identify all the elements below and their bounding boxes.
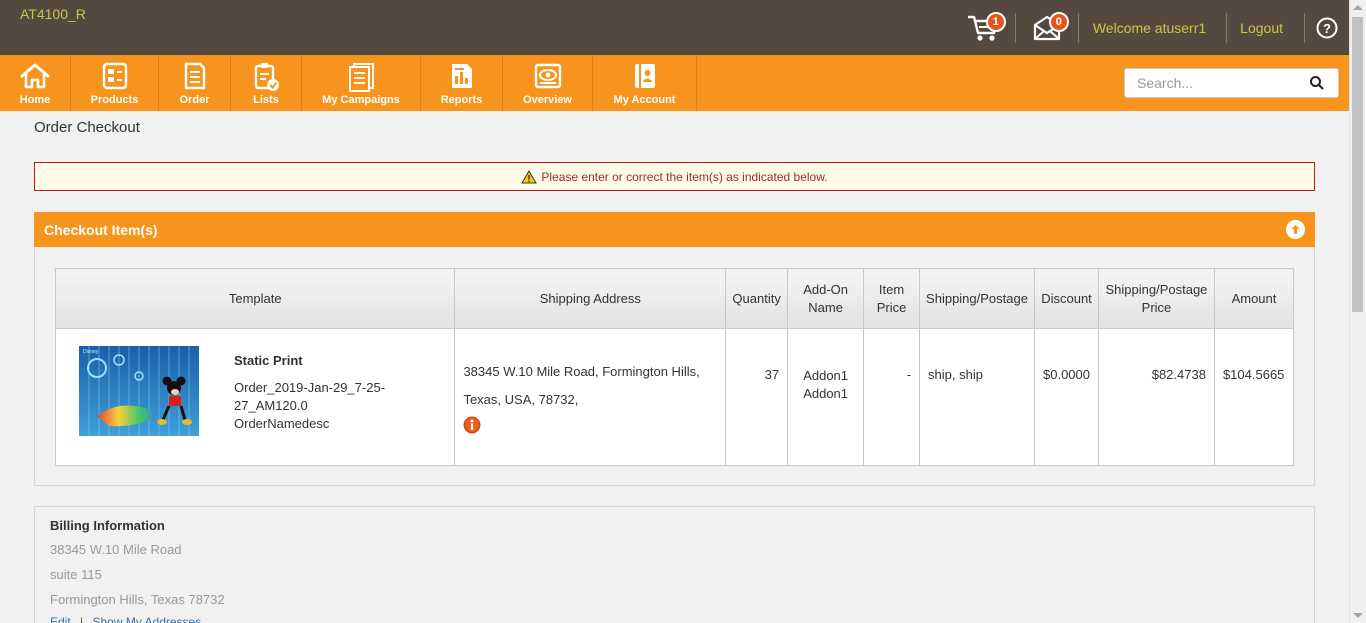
top-bar: AT4100_R 1 0 Welcome atuserr1 Logout ? xyxy=(0,0,1349,55)
alert-text: Please enter or correct the item(s) as i… xyxy=(541,169,828,184)
nav-label: Order xyxy=(179,94,210,106)
checkout-items-table: Template Shipping Address Quantity Add-O… xyxy=(54,268,1295,466)
nav-home[interactable]: Home xyxy=(0,55,71,111)
logout-link[interactable]: Logout xyxy=(1227,20,1304,36)
column-header-addon-name: Add-On Name xyxy=(787,268,865,329)
column-header-template: Template xyxy=(54,268,456,329)
discount-cell: $0.0000 xyxy=(1034,328,1099,466)
address-info-button[interactable] xyxy=(463,416,481,444)
billing-heading: Billing Information xyxy=(50,518,165,533)
info-icon xyxy=(463,416,481,434)
billing-address-line: 38345 W.10 Mile Road xyxy=(50,542,182,557)
search-input[interactable] xyxy=(1125,75,1305,91)
account-icon xyxy=(634,64,655,88)
shipping-postage-cell: ship, ship xyxy=(919,328,1035,466)
column-header-amount: Amount xyxy=(1213,268,1295,329)
addon-name: Addon1 xyxy=(803,368,849,383)
messages-button[interactable]: 0 xyxy=(1016,0,1078,55)
template-thumbnail[interactable]: Disney xyxy=(79,346,199,436)
help-icon: ? xyxy=(1316,17,1338,38)
nav-my-campaigns[interactable]: My Campaigns xyxy=(302,55,421,111)
quantity-cell: 37 xyxy=(725,328,789,466)
item-price-cell: - xyxy=(863,328,921,466)
column-header-shipping-address: Shipping Address xyxy=(454,268,727,329)
arrow-up-icon xyxy=(1291,225,1300,234)
template-cell: Disney Static Print Order_2019-Jan-29_7-… xyxy=(54,328,456,466)
addon-name-cell: Addon1 Addon1 xyxy=(787,328,865,466)
scroll-up-arrow-icon[interactable] xyxy=(1353,5,1363,10)
campaigns-icon xyxy=(349,63,374,92)
template-description: Order_2019-Jan-29_7-25-27_AM120.0 OrderN… xyxy=(234,380,386,431)
order-icon xyxy=(184,62,205,90)
shipping-postage-price-cell: $82.4738 xyxy=(1097,328,1215,466)
template-title: Static Print xyxy=(234,353,303,368)
nav-lists[interactable]: Lists xyxy=(231,55,302,111)
home-icon xyxy=(20,63,50,89)
billing-links: Edit | Show My Addresses xyxy=(50,615,1299,623)
brand-name: AT4100_R xyxy=(20,6,86,22)
nav-products[interactable]: Products xyxy=(71,55,159,111)
svg-text:?: ? xyxy=(1323,21,1331,36)
shipping-address-cell: 38345 W.10 Mile Road, Formington Hills, … xyxy=(454,328,727,466)
nav-overview[interactable]: Overview xyxy=(503,55,593,111)
nav-label: My Campaigns xyxy=(322,94,400,106)
validation-alert: Please enter or correct the item(s) as i… xyxy=(34,162,1315,191)
nav-label: Reports xyxy=(440,94,483,106)
products-icon xyxy=(102,62,127,90)
page-title: Order Checkout xyxy=(34,119,140,136)
svg-text:Disney: Disney xyxy=(83,349,99,355)
address-line-2: Texas, USA, 78732, xyxy=(463,392,579,407)
nav-label: Overview xyxy=(523,94,572,106)
scroll-down-arrow-icon[interactable] xyxy=(1353,613,1363,618)
nav-label: Lists xyxy=(253,94,279,106)
table-row: Disney Static Print Order_2019-Jan-29_7-… xyxy=(54,328,1295,466)
nav-label: Products xyxy=(90,94,139,106)
table-header-row: Template Shipping Address Quantity Add-O… xyxy=(54,268,1295,329)
collapse-button[interactable] xyxy=(1286,220,1305,239)
column-header-shipping-postage: Shipping/Postage xyxy=(919,268,1035,329)
checkout-items-header[interactable]: Checkout Item(s) xyxy=(34,212,1315,247)
addon-name: Addon1 xyxy=(803,386,849,401)
address-line-1: 38345 W.10 Mile Road, Formington Hills, xyxy=(463,364,700,379)
link-separator: | xyxy=(80,615,84,623)
nav-order[interactable]: Order xyxy=(159,55,231,111)
welcome-text: Welcome atuserr1 xyxy=(1092,19,1207,36)
overview-icon xyxy=(534,63,561,89)
edit-billing-link[interactable]: Edit xyxy=(50,615,71,623)
reports-icon xyxy=(451,64,472,88)
cart-button[interactable]: 1 xyxy=(953,0,1015,55)
warning-icon xyxy=(521,169,538,183)
checkout-items-title: Checkout Item(s) xyxy=(44,221,158,238)
scrollbar-thumb[interactable] xyxy=(1352,17,1363,312)
amount-cell: $104.5665 xyxy=(1213,328,1295,466)
messages-count-badge: 0 xyxy=(1048,12,1069,32)
top-right-actions: 1 0 Welcome atuserr1 Logout ? xyxy=(953,0,1349,55)
nav-my-account[interactable]: My Account xyxy=(593,55,697,111)
lists-icon xyxy=(254,63,279,91)
search-icon[interactable] xyxy=(1309,75,1325,91)
show-my-addresses-link[interactable]: Show My Addresses xyxy=(93,615,202,623)
column-header-item-price: Item Price xyxy=(863,268,921,329)
help-button[interactable]: ? xyxy=(1305,17,1349,39)
nav-label: My Account xyxy=(613,94,676,106)
billing-information-panel: Billing Information 38345 W.10 Mile Road… xyxy=(34,506,1315,623)
nav-label: Home xyxy=(19,94,51,106)
column-header-shipping-postage-price: Shipping/Postage Price xyxy=(1097,268,1215,329)
nav-reports[interactable]: Reports xyxy=(421,55,503,111)
billing-address-line: suite 115 xyxy=(50,567,102,582)
search-box xyxy=(1124,68,1339,98)
billing-address-line: Formington Hills, Texas 78732 xyxy=(50,592,225,607)
template-preview-image: Disney xyxy=(79,346,199,436)
column-header-quantity: Quantity xyxy=(725,268,789,329)
column-header-discount: Discount xyxy=(1034,268,1099,329)
cart-count-badge: 1 xyxy=(985,12,1006,32)
